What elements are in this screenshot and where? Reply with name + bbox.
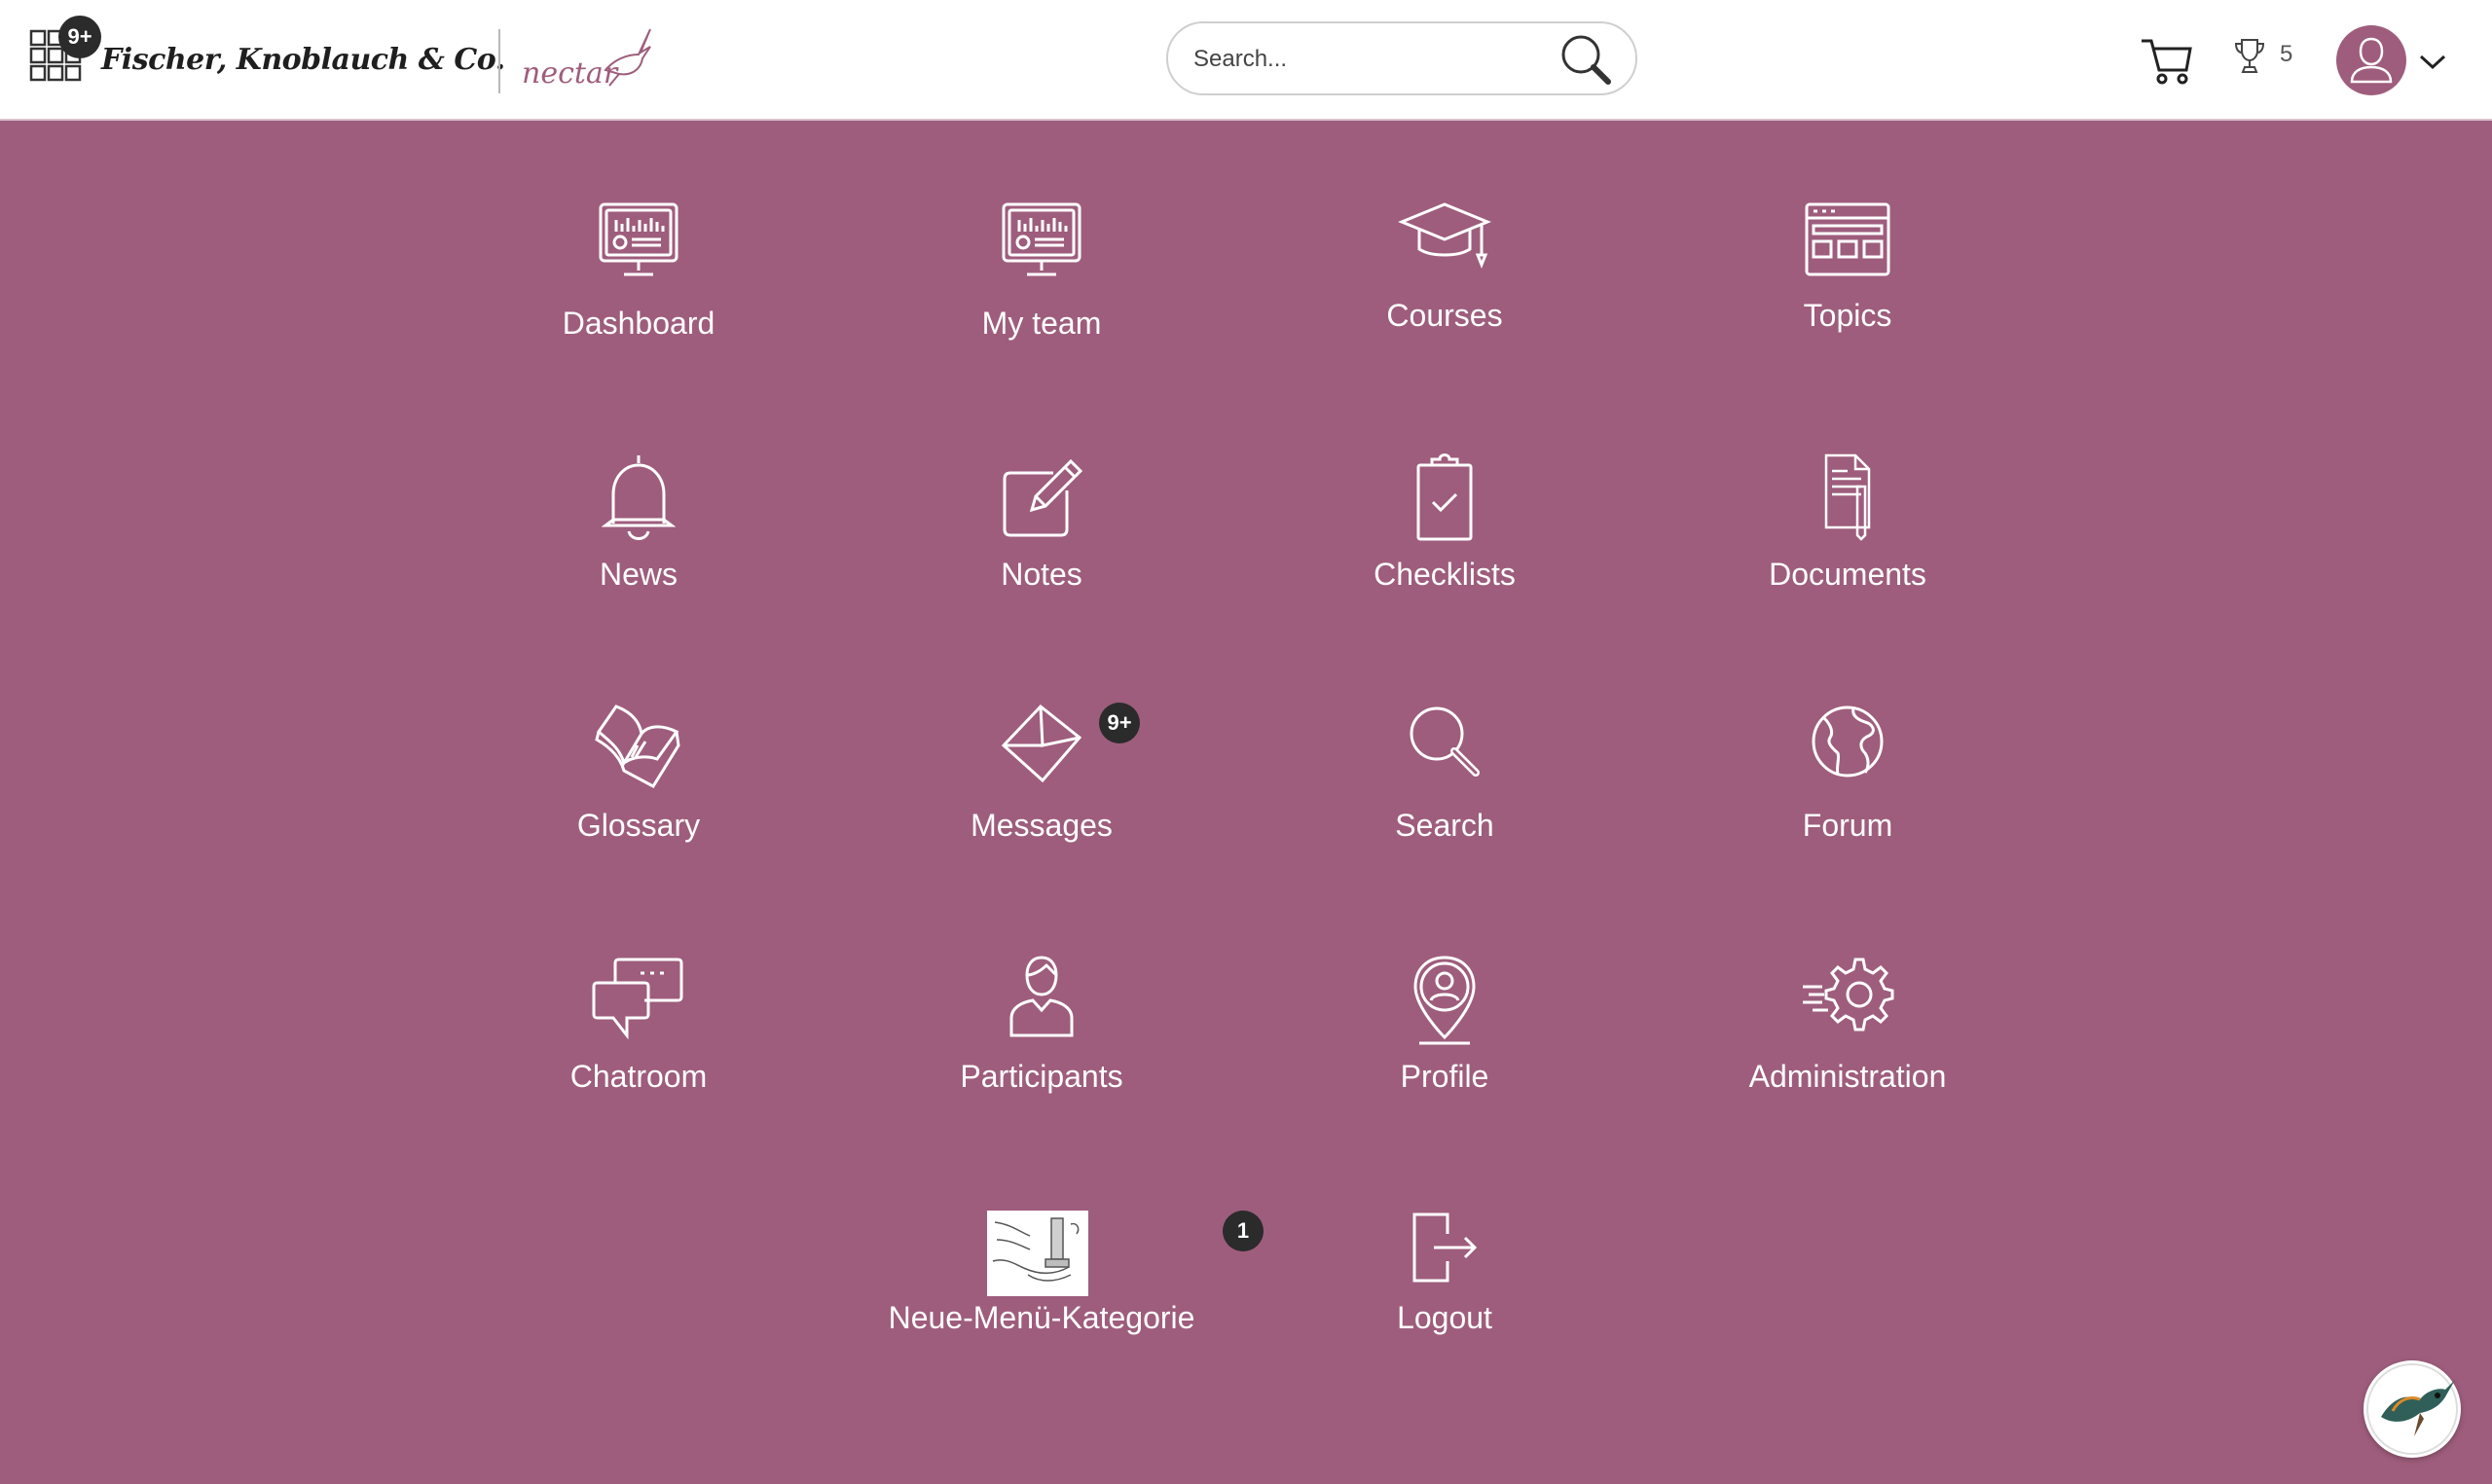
menu-item-my-team[interactable]: My team xyxy=(840,200,1243,356)
menu-item-label: Glossary xyxy=(576,808,701,843)
user-avatar-button[interactable] xyxy=(2336,25,2406,95)
apps-notification-badge: 9+ xyxy=(58,16,101,58)
menu-item-label: Logout xyxy=(1397,1300,1492,1335)
category-thumbnail xyxy=(987,1211,1088,1296)
monitor-chart-icon xyxy=(599,202,678,276)
menu-item-label: Courses xyxy=(1386,298,1503,333)
menu-item-documents[interactable]: Documents xyxy=(1646,452,2049,607)
menu-item-label: Checklists xyxy=(1374,557,1516,592)
messages-badge: 9+ xyxy=(1099,703,1140,743)
envelope-icon xyxy=(1001,704,1082,783)
top-bar: 9+ Fischer, Knoblauch & Co. nectar 5 xyxy=(0,0,2492,121)
product-logo-text: nectar xyxy=(522,56,618,90)
menu-item-dashboard[interactable]: Dashboard xyxy=(437,200,840,356)
menu-item-checklists[interactable]: Checklists xyxy=(1243,452,1646,607)
menu-item-notes[interactable]: Notes xyxy=(840,452,1243,607)
menu-item-administration[interactable]: Administration xyxy=(1646,954,2049,1109)
logo-divider xyxy=(498,29,500,93)
globe-icon xyxy=(1812,706,1884,778)
search-icon xyxy=(1561,35,1611,85)
person-icon xyxy=(1009,956,1074,1037)
menu-item-participants[interactable]: Participants xyxy=(840,954,1243,1109)
gear-icon xyxy=(1803,958,1894,1032)
monitor-chart-icon xyxy=(1002,202,1081,276)
menu-item-label: Documents xyxy=(1769,557,1926,592)
menu-item-label: Neue-Menü-Kategorie xyxy=(888,1300,1195,1335)
menu-item-messages[interactable]: Messages 9+ xyxy=(840,703,1243,858)
cart-icon xyxy=(2142,39,2192,85)
menu-item-label: My team xyxy=(981,306,1102,341)
menu-item-news[interactable]: News xyxy=(437,452,840,607)
menu-item-label: Participants xyxy=(960,1059,1123,1094)
user-icon xyxy=(2350,37,2393,84)
menu-item-glossary[interactable]: Glossary xyxy=(437,703,840,858)
menu-item-chatroom[interactable]: Chatroom xyxy=(437,954,840,1109)
pencil-note-icon xyxy=(1003,458,1083,537)
open-book-icon xyxy=(595,705,680,788)
menu-item-forum[interactable]: Forum xyxy=(1646,703,2049,858)
menu-item-label: Messages xyxy=(971,808,1113,843)
menu-item-logout[interactable]: Logout xyxy=(1243,1211,1646,1366)
clipboard-check-icon xyxy=(1416,453,1473,541)
menu-item-label: Chatroom xyxy=(569,1059,708,1094)
logout-icon xyxy=(1412,1213,1478,1283)
menu-item-label: News xyxy=(599,557,678,592)
document-pen-icon xyxy=(1824,453,1871,541)
menu-item-label: Notes xyxy=(1001,557,1082,592)
search-button[interactable] xyxy=(1558,31,1618,88)
hand-tool-image-icon xyxy=(992,1217,1080,1282)
hummingbird-icon xyxy=(2366,1363,2458,1455)
bell-icon xyxy=(602,455,676,540)
magnifier-icon xyxy=(1410,706,1480,777)
assistant-button[interactable] xyxy=(2364,1360,2461,1458)
browser-window-icon xyxy=(1805,202,1890,276)
points-count: 5 xyxy=(2280,41,2293,67)
search-input[interactable] xyxy=(1191,37,1546,82)
apps-menu-button[interactable]: 9+ xyxy=(29,16,101,86)
trophy-icon xyxy=(2234,39,2265,73)
menu-item-search[interactable]: Search xyxy=(1243,703,1646,858)
menu-item-neue-menue-kategorie[interactable]: Neue-Menü-Kategorie 1 xyxy=(840,1211,1264,1366)
chat-bubbles-icon xyxy=(592,958,683,1039)
product-logo: nectar xyxy=(522,25,658,108)
chevron-down-icon[interactable] xyxy=(2418,53,2447,72)
menu-item-topics[interactable]: Topics xyxy=(1646,200,2049,356)
search-bar xyxy=(1166,21,1637,95)
graduation-cap-icon xyxy=(1398,202,1491,270)
menu-item-label: Topics xyxy=(1803,298,1892,333)
menu-item-label: Profile xyxy=(1400,1059,1489,1094)
location-person-icon xyxy=(1413,956,1476,1045)
menu-item-label: Administration xyxy=(1748,1059,1947,1094)
menu-item-courses[interactable]: Courses xyxy=(1243,200,1646,356)
company-logo: Fischer, Knoblauch & Co. xyxy=(101,43,505,77)
menu-item-label: Dashboard xyxy=(562,306,715,341)
menu-item-label: Search xyxy=(1395,808,1494,843)
menu-item-profile[interactable]: Profile xyxy=(1243,954,1646,1109)
cart-button[interactable] xyxy=(2138,33,2196,88)
menu-item-label: Forum xyxy=(1802,808,1893,843)
